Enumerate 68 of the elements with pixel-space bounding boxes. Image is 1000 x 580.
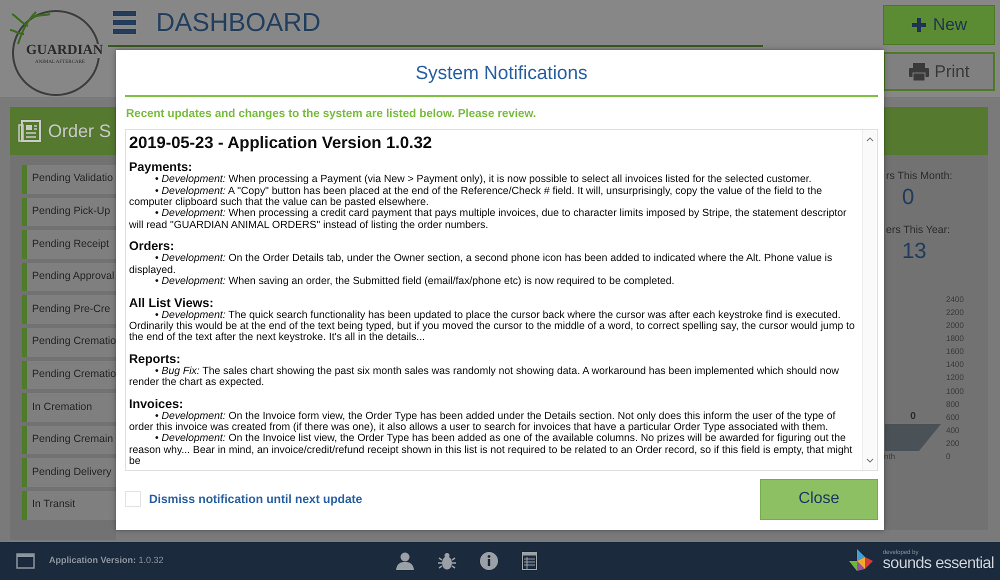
chart-bar (885, 424, 941, 452)
status-item[interactable]: Pending Crematio (22, 328, 116, 357)
note-item: • Development: The quick search functionality has been updated to place the cursor back where the cursor was after each keystroke find is executed. Ordinarily this would be at the end of the text being typed, but if you moved the cursor to the middle of a word, to correct spelling say, the cursor would jump to the end of the text after the next keystroke. It's all in the details... (129, 310, 856, 344)
section-heading: All List Views: (129, 296, 215, 310)
axis-tick-label: 600 (946, 412, 960, 424)
axis-tick-label: 2200 (946, 306, 964, 319)
status-item[interactable]: Pending Pick-Up (22, 198, 116, 226)
note-item: • Development: On the Invoice list view, the Order Type has been added as one of the available columns. No prizes will be awarded for figuring out the reason why... Bear in mind, an invoice/credit/refund receipt shown in this list is not required to be related to an Order record, so if this field is empty, that might be (129, 433, 854, 468)
dialog-title: System Notifications (125, 50, 878, 97)
release-title: 2019-05-23 - Application Version 1.0.32 (129, 133, 433, 154)
note-item: • Development: When saving an order, the Submitted field (email/fax/phone etc) is now required to be completed. (154, 276, 676, 288)
bar-value: 0 (910, 410, 916, 424)
axis-tick-label: 1800 (946, 333, 964, 346)
status-item[interactable]: In Cremation (22, 393, 116, 422)
list-document-icon[interactable] (522, 552, 537, 570)
axis-tick-label: 800 (946, 398, 960, 411)
dialog-subtitle: Recent updates and changes to the system are listed below. Please review. (126, 107, 538, 122)
status-item[interactable]: In Transit (22, 490, 116, 520)
axis-tick-label: 1600 (946, 346, 964, 358)
menu-icon[interactable] (113, 11, 136, 34)
status-item[interactable]: Pending Delivery (22, 458, 116, 487)
axis-tick-label: 1200 (946, 372, 964, 384)
panel-title: Order S (48, 120, 112, 142)
note-item: • Development: A "Copy" button has been placed at the end of the Reference/Check # field. It will, unsurprisingly, copy the value of the field to the computer clipboard such that the value can be pasted elsewhere. (129, 186, 824, 208)
dismiss-checkbox[interactable] (125, 491, 141, 508)
section-heading: Reports: (129, 352, 182, 366)
print-button[interactable]: Print (883, 52, 995, 91)
printer-icon (908, 62, 929, 80)
plus-icon (910, 17, 927, 33)
axis-tick-label: 1400 (946, 359, 964, 372)
window-icon[interactable] (16, 553, 35, 569)
axis-label: nth (884, 451, 896, 464)
bug-icon[interactable] (438, 552, 456, 570)
user-icon[interactable] (396, 552, 414, 570)
scroll-down-icon[interactable] (866, 458, 874, 464)
axis-tick-label: 0 (946, 451, 952, 463)
stat-label: ers This Year: (885, 222, 952, 238)
status-item[interactable]: Pending Pre-Cre (22, 295, 116, 324)
dismiss-label[interactable]: Dismiss notification until next update (149, 490, 362, 508)
axis-tick-label: 400 (946, 424, 960, 437)
note-item: • Development: On the Order Details tab, under the Owner section, a second phone icon has been added to indicated where the Alt. Phone value is displayed. (129, 253, 834, 276)
status-item[interactable]: Pending Approval (22, 262, 116, 292)
scroll-up-icon[interactable] (866, 136, 874, 142)
close-button[interactable]: Close (760, 478, 878, 520)
section-heading: Orders: (129, 239, 176, 254)
axis-tick-label: 2400 (946, 294, 964, 306)
page-title: DASHBOARD (156, 6, 321, 39)
info-icon[interactable] (480, 552, 498, 570)
stat-label: rs This Month: (885, 169, 954, 184)
status-item[interactable]: Pending Validatio (22, 165, 116, 194)
stat-value: 0 (901, 184, 916, 209)
axis-tick-label: 200 (946, 438, 960, 450)
status-item[interactable]: Pending Cremain (22, 426, 116, 454)
status-item[interactable]: Pending Crematio (22, 360, 116, 390)
axis-tick-label: 2000 (946, 320, 964, 332)
axis-tick-label: 1000 (946, 386, 964, 398)
status-item[interactable]: Pending Receipt (22, 230, 116, 259)
new-button[interactable]: New (883, 5, 995, 45)
document-icon (18, 119, 42, 143)
logo-name: GUARDIAN (24, 44, 105, 58)
section-heading: Payments: (129, 160, 194, 174)
note-item: • Development: When processing a credit card payment that pays multiple invoices, due to character limits imposed by Stripe, the statement descriptor will read "GUARDIAN ANIMAL ORDERS" instead of listing the order numbers. (129, 208, 848, 232)
section-heading: Invoices: (129, 396, 184, 411)
note-item: • Development: On the Invoice form view, the Order Type has been added under the Details section. Not only does this inform the user of the type of order this invoice was created from (if there was one), it also allows a user to search for invoices that have a particular Order Type associated with them. (129, 410, 836, 434)
note-item: • Bug Fix: The sales chart showing the past six month sales was randomly not showing data. A workaround has been implemented which should now render the chart as expected. (129, 366, 840, 389)
application-version: Application Version: 1.0.32 (49, 554, 164, 568)
stat-value: 13 (901, 238, 928, 263)
note-item: • Development: When processing a Payment (via New > Payment only), it is now possible to select all invoices listed for the selected customer. (154, 174, 813, 186)
